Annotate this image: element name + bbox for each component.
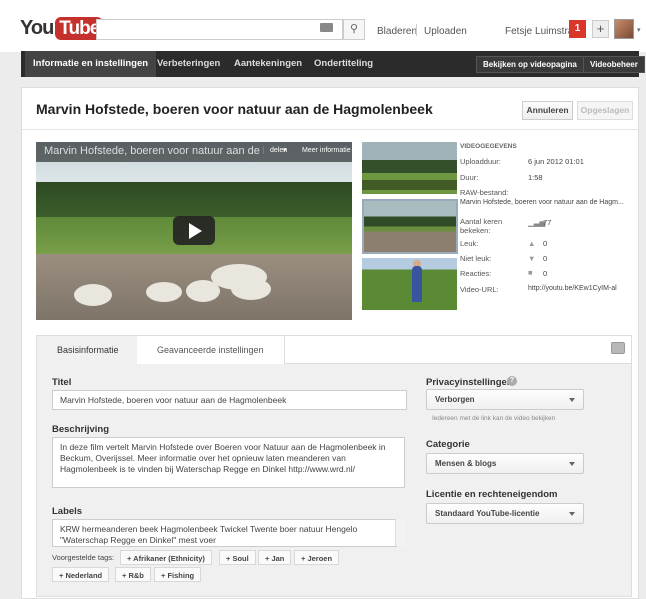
notification-badge[interactable]: 1 (569, 20, 586, 38)
title-label: Titel (52, 377, 72, 388)
thumbs-down-icon: ▼ (528, 254, 536, 263)
description-textarea[interactable]: In deze film vertelt Marvin Hofstede ove… (52, 437, 405, 488)
url-label: Video-URL: (460, 285, 499, 294)
player-title[interactable]: Marvin Hofstede, boeren voor natuur aan … (44, 145, 264, 157)
thumbnail-person (412, 266, 422, 302)
watch-page-button[interactable]: Bekijken op videopagina (476, 56, 584, 73)
privacy-hint: Iedereen met de link kan de video bekijk… (432, 415, 556, 422)
share-plus-button[interactable]: + (592, 20, 609, 38)
video-url[interactable]: http://youtu.be/KEw1CyIM-al (528, 285, 617, 292)
labels-label: Labels (52, 506, 83, 517)
views-value: 77 (543, 218, 552, 227)
video-data-heading: VIDEOGEGEVENS (460, 143, 517, 150)
comments-value: 0 (543, 269, 548, 278)
suggested-tag[interactable]: + Soul (219, 550, 256, 565)
tab-advanced-settings[interactable]: Geavanceerde instellingen (137, 336, 285, 364)
thumbnail-caption (362, 180, 457, 190)
upload-time-value: 6 jun 2012 01:01 (528, 157, 584, 166)
more-info-link[interactable]: Meer informatie (302, 147, 351, 154)
chevron-down-icon (569, 512, 575, 516)
duration-label: Duur: (460, 173, 479, 182)
raw-file-label: RAW-bestand: (460, 188, 509, 197)
tab-enhancements[interactable]: Verbeteringen (149, 51, 228, 77)
upload-link[interactable]: Uploaden (424, 26, 467, 37)
user-name[interactable]: Fetsje Luimstra (505, 26, 573, 37)
search-input[interactable] (96, 19, 343, 40)
play-icon (189, 223, 202, 239)
upload-time-label: Uploadduur: (460, 157, 501, 166)
likes-label: Leuk: (460, 239, 479, 248)
suggested-tags-label: Voorgestelde tags: (52, 553, 115, 562)
keyboard-icon[interactable] (320, 23, 333, 32)
chevron-down-icon[interactable]: ▾ (637, 26, 641, 34)
tab-basic-info[interactable]: Basisinformatie (37, 336, 140, 365)
thumbnail-option-3[interactable] (362, 258, 457, 310)
labels-scrollbar[interactable] (395, 519, 405, 546)
save-icon[interactable] (611, 342, 625, 354)
search-icon: ⚲ (349, 23, 359, 35)
description-label: Beschrijving (52, 424, 110, 435)
comments-label: Reacties: (460, 269, 492, 278)
logo-you-text: You (20, 16, 54, 39)
category-value: Mensen & blogs (435, 459, 497, 468)
license-value: Standaard YouTube-licentie (435, 509, 540, 518)
tab-info-settings[interactable]: Informatie en instellingen (25, 51, 157, 77)
divider (22, 129, 638, 130)
duration-value: 1:58 (528, 173, 543, 182)
help-icon[interactable]: ? (507, 376, 517, 386)
category-select[interactable]: Mensen & blogs (426, 453, 584, 474)
likes-value: 0 (543, 239, 548, 248)
divider (416, 24, 417, 36)
chevron-down-icon (569, 462, 575, 466)
suggested-tag[interactable]: + Afrikaner (Ethnicity) (120, 550, 212, 565)
privacy-label: Privacyinstellingen (426, 377, 513, 388)
suggested-tag[interactable]: + Nederland (52, 567, 110, 582)
tab-captions[interactable]: Ondertiteling (306, 51, 381, 77)
privacy-value: Verborgen (435, 395, 475, 404)
dislikes-label: Niet leuk: (460, 254, 492, 263)
chevron-down-icon (569, 398, 575, 402)
search-button[interactable]: ⚲ (343, 19, 365, 40)
dislikes-value: 0 (543, 254, 548, 263)
suggested-tag[interactable]: + R&b (115, 567, 151, 582)
saved-button[interactable]: Opgeslagen (577, 101, 633, 120)
youtube-logo[interactable]: You Tube (20, 16, 104, 40)
video-manager-button[interactable]: Videobeheer (583, 56, 645, 73)
title-input[interactable]: Marvin Hofstede, boeren voor natuur aan … (52, 390, 407, 410)
suggested-tag[interactable]: + Fishing (154, 567, 202, 582)
cancel-button[interactable]: Annuleren (522, 101, 573, 120)
avatar[interactable] (614, 19, 634, 39)
privacy-select[interactable]: Verborgen (426, 389, 584, 410)
license-select[interactable]: Standaard YouTube-licentie (426, 503, 584, 524)
thumbs-up-icon: ▲ (528, 239, 536, 248)
page-title: Marvin Hofstede, boeren voor natuur aan … (36, 101, 433, 117)
thumbnail-option-2-selected[interactable] (362, 199, 458, 254)
license-label: Licentie en rechteneigendom (426, 489, 558, 500)
raw-file-name[interactable]: Marvin Hofstede, boeren voor natuur aan … (460, 199, 624, 206)
browse-link[interactable]: Bladeren (377, 26, 417, 37)
suggested-tag[interactable]: + Jan (258, 550, 292, 565)
comment-icon: ■ (528, 268, 533, 277)
labels-textarea[interactable]: KRW hermeanderen beek Hagmolenbeek Twick… (52, 519, 397, 547)
suggested-tag[interactable]: + Jeroen (294, 550, 340, 565)
category-label: Categorie (426, 439, 470, 450)
views-label: Aantal keren bekeken: (460, 217, 503, 235)
chevron-down-icon: ▾ (283, 147, 287, 154)
tab-annotations[interactable]: Aantekeningen (226, 51, 310, 77)
